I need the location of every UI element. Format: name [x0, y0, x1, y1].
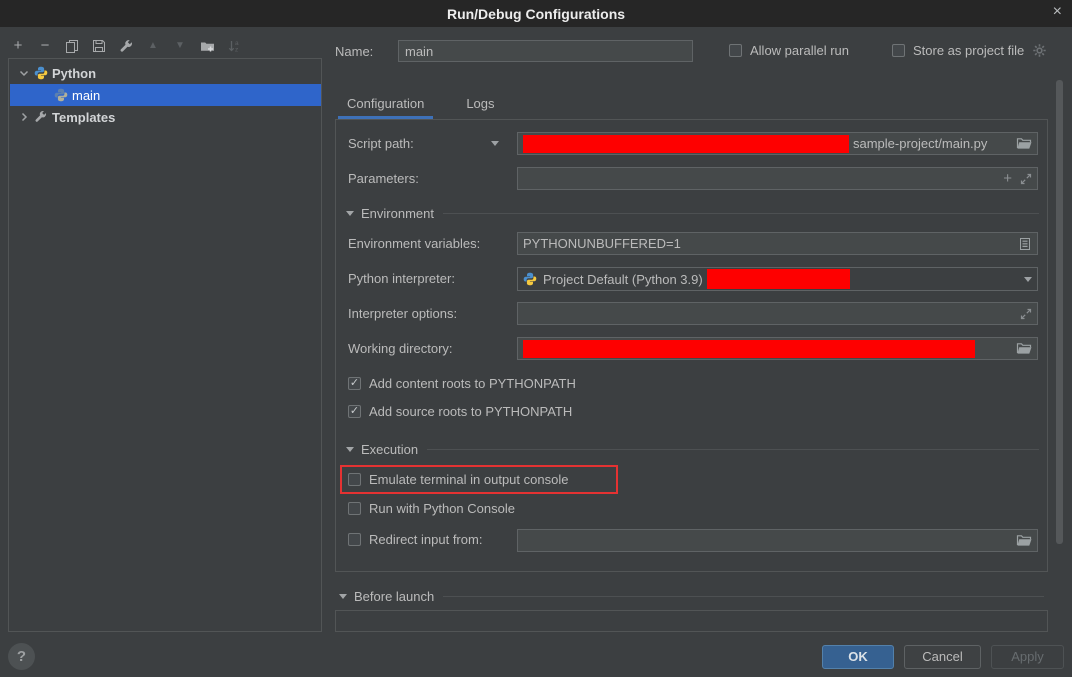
add-source-roots-checkbox[interactable]: ✓ Add source roots to PYTHONPATH	[348, 404, 572, 419]
folder-open-icon	[1016, 342, 1032, 355]
python-interpreter-select[interactable]: Project Default (Python 3.9)	[517, 267, 1038, 291]
python-icon	[54, 88, 68, 102]
copy-icon	[65, 39, 79, 53]
python-interpreter-label: Python interpreter:	[348, 267, 455, 290]
arrow-up-icon: ▲	[148, 39, 158, 53]
interpreter-options-label: Interpreter options:	[348, 302, 457, 325]
plus-icon: +	[14, 39, 23, 53]
titlebar: Run/Debug Configurations ×	[0, 0, 1072, 27]
close-icon[interactable]: ×	[1053, 4, 1062, 20]
help-button[interactable]: ?	[8, 643, 35, 670]
minus-icon: −	[41, 39, 50, 53]
folder-open-icon	[1016, 534, 1032, 547]
cancel-button[interactable]: Cancel	[904, 645, 981, 669]
working-directory-browse-button[interactable]	[1016, 342, 1032, 355]
checkbox-unchecked[interactable]	[348, 502, 361, 515]
tree-item-python[interactable]: Python	[10, 62, 320, 84]
name-input[interactable]	[398, 40, 693, 62]
script-path-browse-button[interactable]	[1016, 137, 1032, 150]
wrench-icon	[119, 39, 133, 53]
expand-icon[interactable]	[1020, 173, 1032, 185]
arrow-down-icon: ▼	[175, 39, 185, 53]
environment-variables-label: Environment variables:	[348, 232, 480, 255]
redirect-input-checkbox[interactable]: Redirect input from:	[348, 532, 482, 547]
collapse-triangle-icon[interactable]	[346, 211, 354, 216]
parameters-field[interactable]: +	[517, 167, 1038, 190]
section-divider	[427, 449, 1039, 450]
store-as-project-file-checkbox[interactable]: Store as project file	[892, 43, 1047, 58]
folder-add-icon	[200, 39, 215, 53]
section-divider	[443, 213, 1039, 214]
chevron-right-icon[interactable]	[18, 111, 30, 123]
question-mark-icon: ?	[17, 648, 26, 665]
section-execution[interactable]: Execution	[346, 442, 1039, 457]
dropdown-arrow-icon[interactable]	[1024, 277, 1032, 282]
wrench-icon	[34, 110, 48, 124]
ok-button[interactable]: OK	[822, 645, 894, 669]
edit-templates-button[interactable]	[118, 38, 134, 54]
python-icon	[523, 272, 537, 286]
list-icon	[1018, 237, 1032, 251]
redirect-input-field[interactable]	[517, 529, 1038, 552]
folder-open-icon	[1016, 137, 1032, 150]
python-icon	[34, 66, 48, 80]
checkbox-unchecked[interactable]	[348, 473, 361, 486]
checkbox-unchecked[interactable]	[892, 44, 905, 57]
working-directory-field[interactable]	[517, 337, 1038, 360]
move-up-button[interactable]: ▲	[145, 38, 161, 54]
add-content-roots-checkbox[interactable]: ✓ Add content roots to PYTHONPATH	[348, 376, 576, 391]
script-path-type-dropdown-icon[interactable]	[491, 141, 499, 146]
save-config-button[interactable]	[91, 38, 107, 54]
run-with-python-console-checkbox[interactable]: Run with Python Console	[348, 501, 515, 516]
sort-configs-button[interactable]: az	[226, 38, 242, 54]
edit-environment-variables-button[interactable]	[1018, 237, 1032, 251]
script-path-field[interactable]: sample-project/main.py	[517, 132, 1038, 155]
parameters-label: Parameters:	[348, 167, 419, 190]
checkbox-checked[interactable]: ✓	[348, 377, 361, 390]
svg-text:z: z	[235, 47, 238, 54]
expand-icon[interactable]	[1020, 308, 1032, 320]
new-folder-button[interactable]	[199, 38, 215, 54]
working-directory-label: Working directory:	[348, 337, 453, 360]
config-tree: Python main Templates	[8, 58, 322, 632]
tree-item-templates[interactable]: Templates	[10, 106, 320, 128]
collapse-triangle-icon[interactable]	[346, 447, 354, 452]
tab-configuration[interactable]: Configuration	[338, 91, 433, 119]
before-launch-list[interactable]	[335, 610, 1048, 632]
chevron-down-icon[interactable]	[18, 67, 30, 79]
environment-variables-field[interactable]: PYTHONUNBUFFERED=1	[517, 232, 1038, 255]
checkbox-checked[interactable]: ✓	[348, 405, 361, 418]
section-environment[interactable]: Environment	[346, 206, 1039, 221]
interpreter-options-field[interactable]	[517, 302, 1038, 325]
collapse-triangle-icon[interactable]	[339, 594, 347, 599]
tab-strip: Configuration Logs	[338, 91, 504, 119]
checkbox-unchecked[interactable]	[348, 533, 361, 546]
redaction-overlay	[523, 135, 849, 153]
allow-parallel-run-checkbox[interactable]: Allow parallel run	[729, 43, 849, 58]
configurations-toolbar: + − ▲ ▼ az	[10, 35, 242, 57]
redirect-input-browse-button[interactable]	[1016, 534, 1032, 547]
redaction-overlay	[523, 340, 975, 358]
remove-config-button[interactable]: −	[37, 38, 53, 54]
gear-icon[interactable]	[1032, 43, 1047, 58]
sort-az-icon: az	[227, 39, 241, 53]
add-macro-icon[interactable]: +	[1003, 173, 1012, 185]
section-before-launch[interactable]: Before launch	[339, 589, 1044, 604]
configuration-tab-panel: Script path: sample-project/main.py Para…	[335, 119, 1048, 572]
add-config-button[interactable]: +	[10, 38, 26, 54]
copy-config-button[interactable]	[64, 38, 80, 54]
emulate-terminal-checkbox[interactable]: Emulate terminal in output console	[348, 472, 568, 487]
section-divider	[443, 596, 1044, 597]
name-label: Name:	[335, 44, 373, 59]
redaction-overlay	[707, 269, 850, 289]
save-icon	[92, 39, 106, 53]
apply-button[interactable]: Apply	[991, 645, 1064, 669]
checkbox-unchecked[interactable]	[729, 44, 742, 57]
dialog-title: Run/Debug Configurations	[447, 6, 625, 22]
scrollbar-thumb[interactable]	[1056, 80, 1063, 544]
tab-logs[interactable]: Logs	[457, 91, 503, 119]
tree-item-main[interactable]: main	[10, 84, 321, 106]
script-path-label: Script path:	[348, 132, 414, 155]
move-down-button[interactable]: ▼	[172, 38, 188, 54]
